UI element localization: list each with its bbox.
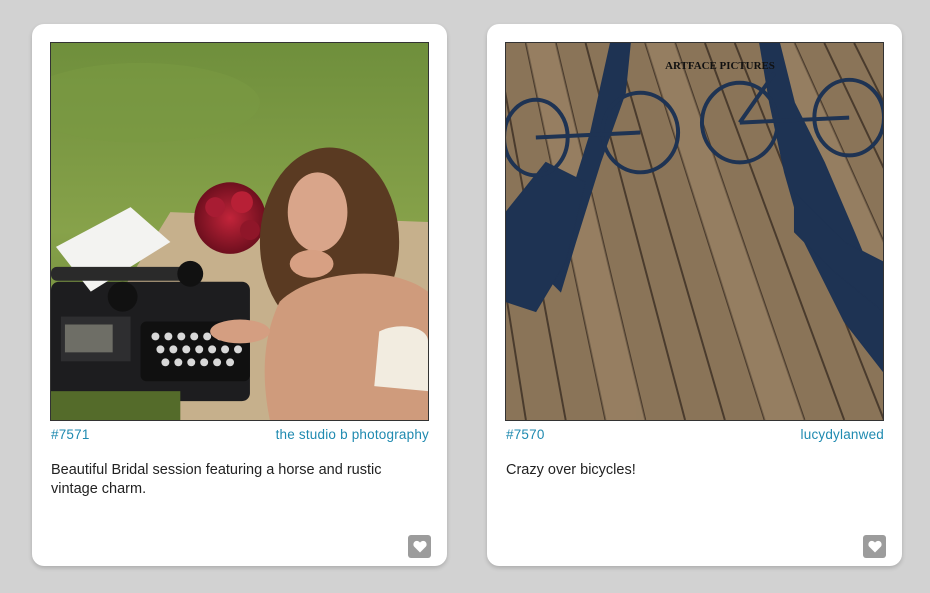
like-button[interactable] <box>408 535 431 558</box>
photo-image: ARTFACE PICTURES <box>506 43 883 420</box>
photo-caption: ARTFACE PICTURES <box>665 60 775 72</box>
heart-icon <box>867 540 882 553</box>
author-link[interactable]: the studio b photography <box>276 427 429 442</box>
pin-meta: #7571 the studio b photography <box>51 427 429 445</box>
pin-description: Beautiful Bridal session featuring a hor… <box>51 462 382 497</box>
pin-meta: #7570 lucydylanwed <box>506 427 884 445</box>
bridal-typewriter-photo[interactable] <box>50 42 429 421</box>
pin-number-link[interactable]: #7570 <box>506 427 545 442</box>
author-link[interactable]: lucydylanwed <box>801 427 884 442</box>
bicycle-shadow-photo[interactable]: ARTFACE PICTURES <box>505 42 884 421</box>
like-button[interactable] <box>863 535 886 558</box>
pin-card: #7571 the studio b photography Beautiful… <box>32 24 447 566</box>
heart-icon <box>412 540 427 553</box>
pin-description: Crazy over bicycles! <box>506 462 636 478</box>
photo-image <box>51 43 428 420</box>
pin-card: ARTFACE PICTURES #7570 lucydylanwed Craz… <box>487 24 902 566</box>
pin-number-link[interactable]: #7571 <box>51 427 90 442</box>
